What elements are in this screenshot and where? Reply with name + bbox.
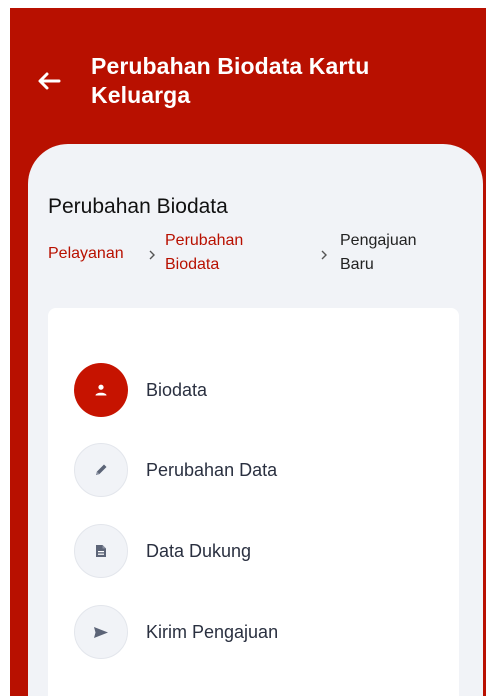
step-indicator: [74, 605, 128, 659]
page-title: Perubahan Biodata Kartu Keluarga: [91, 53, 370, 108]
section-title: Perubahan Biodata: [48, 195, 228, 218]
pencil-icon: [96, 464, 107, 475]
step-label: Kirim Pengajuan: [146, 622, 279, 642]
app-screen: Perubahan Biodata Kartu Keluarga Perubah…: [0, 0, 486, 696]
breadcrumb-pengajuan-baru: Pengajuan Baru: [340, 229, 417, 277]
step-indicator: [74, 524, 128, 578]
step-kirim-pengajuan[interactable]: Kirim Pengajuan: [74, 604, 434, 660]
step-perubahan-data[interactable]: Perubahan Data: [74, 442, 434, 498]
document-icon: [96, 545, 106, 557]
send-icon: [94, 626, 108, 638]
step-label: Data Dukung: [146, 541, 252, 561]
back-button[interactable]: [32, 64, 66, 98]
breadcrumb-perubahan-biodata-line1: Perubahan: [165, 232, 244, 249]
step-indicator-active: [74, 363, 128, 417]
breadcrumb-pengajuan-baru-line2: Baru: [340, 256, 374, 273]
chevron-right-icon: [321, 250, 327, 260]
breadcrumb-pengajuan-baru-line1: Pengajuan: [340, 232, 417, 249]
step-biodata[interactable]: Biodata: [74, 362, 434, 418]
user-icon: [95, 384, 107, 396]
step-label: Perubahan Data: [146, 460, 278, 480]
step-indicator: [74, 443, 128, 497]
chevron-right-icon: [149, 250, 155, 260]
breadcrumb-perubahan-biodata-line2: Biodata: [165, 256, 220, 273]
breadcrumb-perubahan-biodata[interactable]: Perubahan Biodata: [165, 229, 243, 277]
step-label: Biodata: [146, 380, 208, 400]
breadcrumb-pelayanan[interactable]: Pelayanan: [48, 242, 124, 266]
step-data-dukung[interactable]: Data Dukung: [74, 523, 434, 579]
arrow-left-icon: [38, 72, 61, 90]
